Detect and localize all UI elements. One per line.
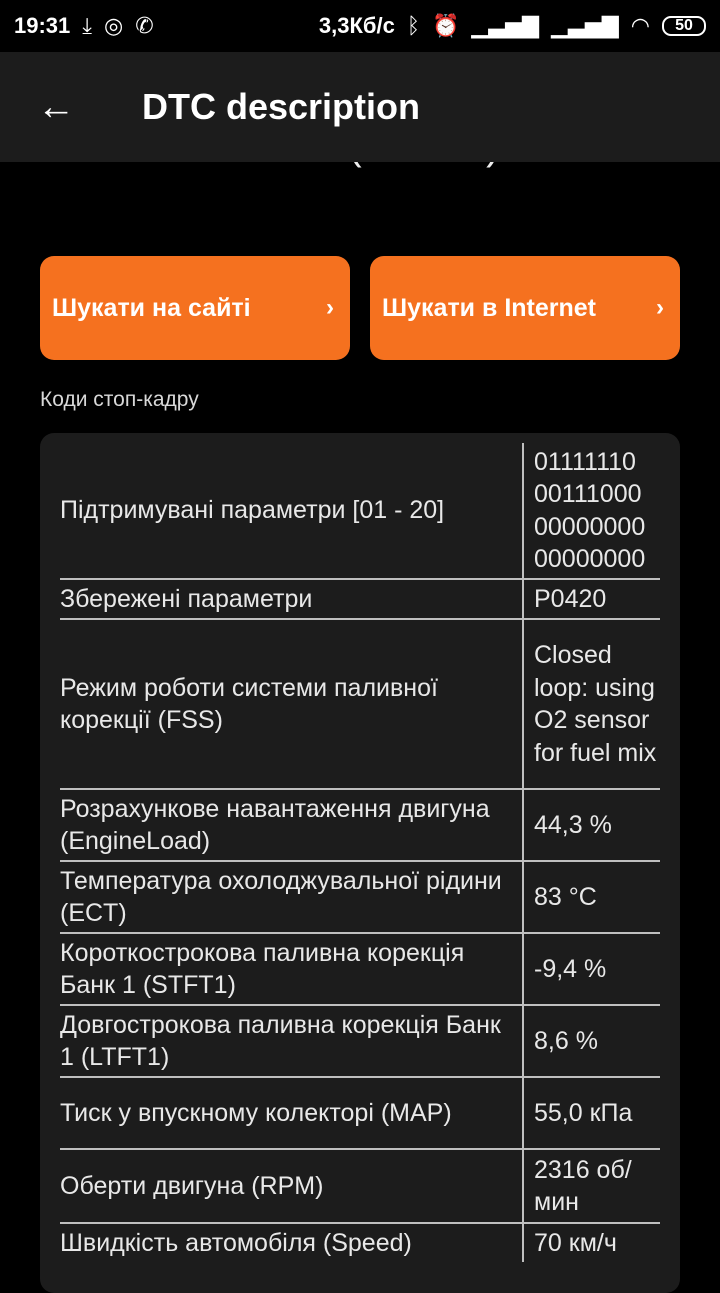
param-name: Температура охолоджувальної рідини (ECT): [60, 860, 524, 933]
battery-icon: 50: [662, 16, 706, 36]
freeze-frame-card: Підтримувані параметри [01 - 20] 0111111…: [40, 433, 680, 1293]
signal-icon: ▁▃▅▇: [471, 13, 540, 38]
table-row: Оберти двигуна (RPM) 2316 об/мин: [60, 1148, 660, 1223]
table-row: Підтримувані параметри [01 - 20] 0111111…: [60, 443, 660, 579]
battery-level: 50: [675, 17, 693, 34]
search-buttons: Шукати на сайті › Шукати в Internet ›: [40, 256, 680, 360]
page-title: DTC description: [142, 86, 421, 127]
param-name: Режим роботи системи паливної корекції (…: [60, 618, 524, 789]
param-name: Тиск у впускному колекторі (MAP): [60, 1076, 524, 1149]
wifi-icon: ◠: [630, 13, 650, 38]
back-button[interactable]: ←: [26, 77, 86, 137]
param-name: Підтримувані параметри [01 - 20]: [60, 443, 524, 579]
search-site-button[interactable]: Шукати на сайті ›: [40, 256, 350, 360]
param-value: 8,6 %: [523, 1004, 660, 1077]
table-row: Режим роботи системи паливної корекції (…: [60, 618, 660, 789]
bluetooth-icon: ᛒ: [406, 13, 421, 38]
param-name: Збережені параметри: [60, 578, 524, 619]
table-row: Збережені параметри P0420: [60, 578, 660, 619]
chevron-right-icon: ›: [326, 294, 334, 321]
chevron-right-icon: ›: [656, 294, 664, 321]
param-value: -9,4 %: [523, 932, 660, 1005]
param-value: P0420: [523, 578, 660, 619]
param-value: 83 °C: [523, 860, 660, 933]
freeze-frame-table: Підтримувані параметри [01 - 20] 0111111…: [60, 443, 660, 1262]
param-value: 44,3 %: [523, 788, 660, 861]
net-speed: 3,3Кб/с: [318, 13, 395, 38]
download-icon: ⤓: [82, 13, 93, 38]
param-value: 01111110 00111000 00000000 00000000: [534, 447, 646, 574]
arrow-left-icon: ←: [37, 85, 75, 128]
param-name: Короткострокова паливна корекція Банк 1 …: [60, 932, 524, 1005]
param-name: Розрахункове навантаження двигуна (Engin…: [60, 788, 524, 861]
table-row: Розрахункове навантаження двигуна (Engin…: [60, 788, 660, 861]
table-row: Довгострокова паливна корекція Банк 1 (L…: [60, 1004, 660, 1077]
freeze-frame-label: Коди стоп-кадру: [40, 388, 199, 411]
param-value: 70 км/ч: [523, 1222, 660, 1262]
search-internet-label: Шукати в Internet: [382, 293, 596, 322]
table-row: Короткострокова паливна корекція Банк 1 …: [60, 932, 660, 1005]
status-bar: 19:31 ⤓ ◎ ✆ 3,3Кб/с ᛒ ⏰ ▁▃▅▇ ▁▃▅▇ ◠ 50: [0, 0, 720, 52]
param-name: Довгострокова паливна корекція Банк 1 (L…: [60, 1004, 524, 1077]
param-value: 55,0 кПа: [523, 1076, 660, 1149]
search-site-label: Шукати на сайті: [52, 293, 251, 322]
table-row: Тиск у впускному колекторі (MAP) 55,0 кП…: [60, 1076, 660, 1149]
viber-icon: ✆: [135, 13, 154, 38]
alarm-icon: ⏰: [432, 13, 460, 38]
search-internet-button[interactable]: Шукати в Internet ›: [370, 256, 680, 360]
instagram-icon: ◎: [104, 13, 124, 38]
param-value: Closed loop: using O2 sensor for fuel mi…: [523, 618, 660, 789]
signal-icon: ▁▃▅▇: [551, 13, 619, 38]
table-row: Температура охолоджувальної рідини (ECT)…: [60, 860, 660, 933]
param-name: Оберти двигуна (RPM): [60, 1148, 524, 1223]
app-bar: ← DTC description: [0, 52, 720, 162]
status-time: 19:31: [14, 13, 71, 38]
table-row: Швидкість автомобіля (Speed) 70 км/ч: [60, 1222, 660, 1262]
param-value: 2316 об/мин: [523, 1148, 660, 1223]
param-name: Швидкість автомобіля (Speed): [60, 1222, 524, 1262]
